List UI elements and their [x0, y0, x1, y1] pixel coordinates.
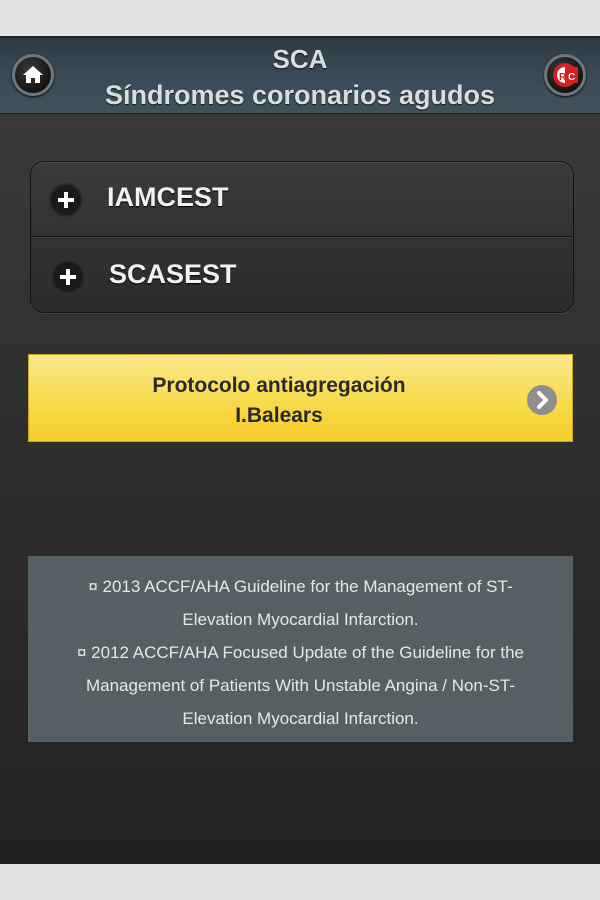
reference-line: Elevation Myocardial Infarction.	[182, 610, 419, 629]
reference-line: Management of Patients With Unstable Ang…	[85, 676, 515, 695]
app-screen: SCA Síndromes coronarios agudos C R IAMC…	[0, 36, 600, 864]
syndrome-accordion: IAMCEST SCASEST	[30, 161, 574, 313]
svg-text:R: R	[559, 72, 567, 83]
protocol-button-label-line2: I.Balears	[235, 404, 323, 427]
page-subtitle: Síndromes coronarios agudos	[104, 80, 496, 110]
accordion-item-label: SCASEST	[109, 259, 237, 289]
references-panel: ¤ 2013 ACCF/AHA Guideline for the Manage…	[28, 556, 573, 742]
accordion-item-label: IAMCEST	[107, 182, 229, 212]
chevron-right-icon	[527, 385, 557, 415]
svg-text:C: C	[568, 72, 575, 83]
reference-line: ¤ 2013 ACCF/AHA Guideline for the Manage…	[88, 577, 513, 596]
reference-line: Elevation Myocardial Infarction.	[182, 709, 419, 728]
plus-icon	[51, 185, 81, 215]
plus-icon	[53, 262, 83, 292]
protocol-button-label-line1: Protocolo antiagregación	[152, 374, 406, 397]
accordion-item-iamcest[interactable]: IAMCEST	[31, 162, 573, 236]
page-title: SCA	[272, 44, 328, 74]
header-bar: SCA Síndromes coronarios agudos C R	[0, 36, 600, 114]
rc-logo-button[interactable]: C R	[544, 54, 586, 96]
reference-line: ¤ 2012 ACCF/AHA Focused Update of the Gu…	[77, 643, 524, 662]
accordion-item-scasest[interactable]: SCASEST	[31, 236, 573, 310]
rc-logo-icon: C R	[553, 63, 578, 87]
protocol-antiaggregation-button[interactable]: Protocolo antiagregación I.Balears	[28, 354, 573, 442]
